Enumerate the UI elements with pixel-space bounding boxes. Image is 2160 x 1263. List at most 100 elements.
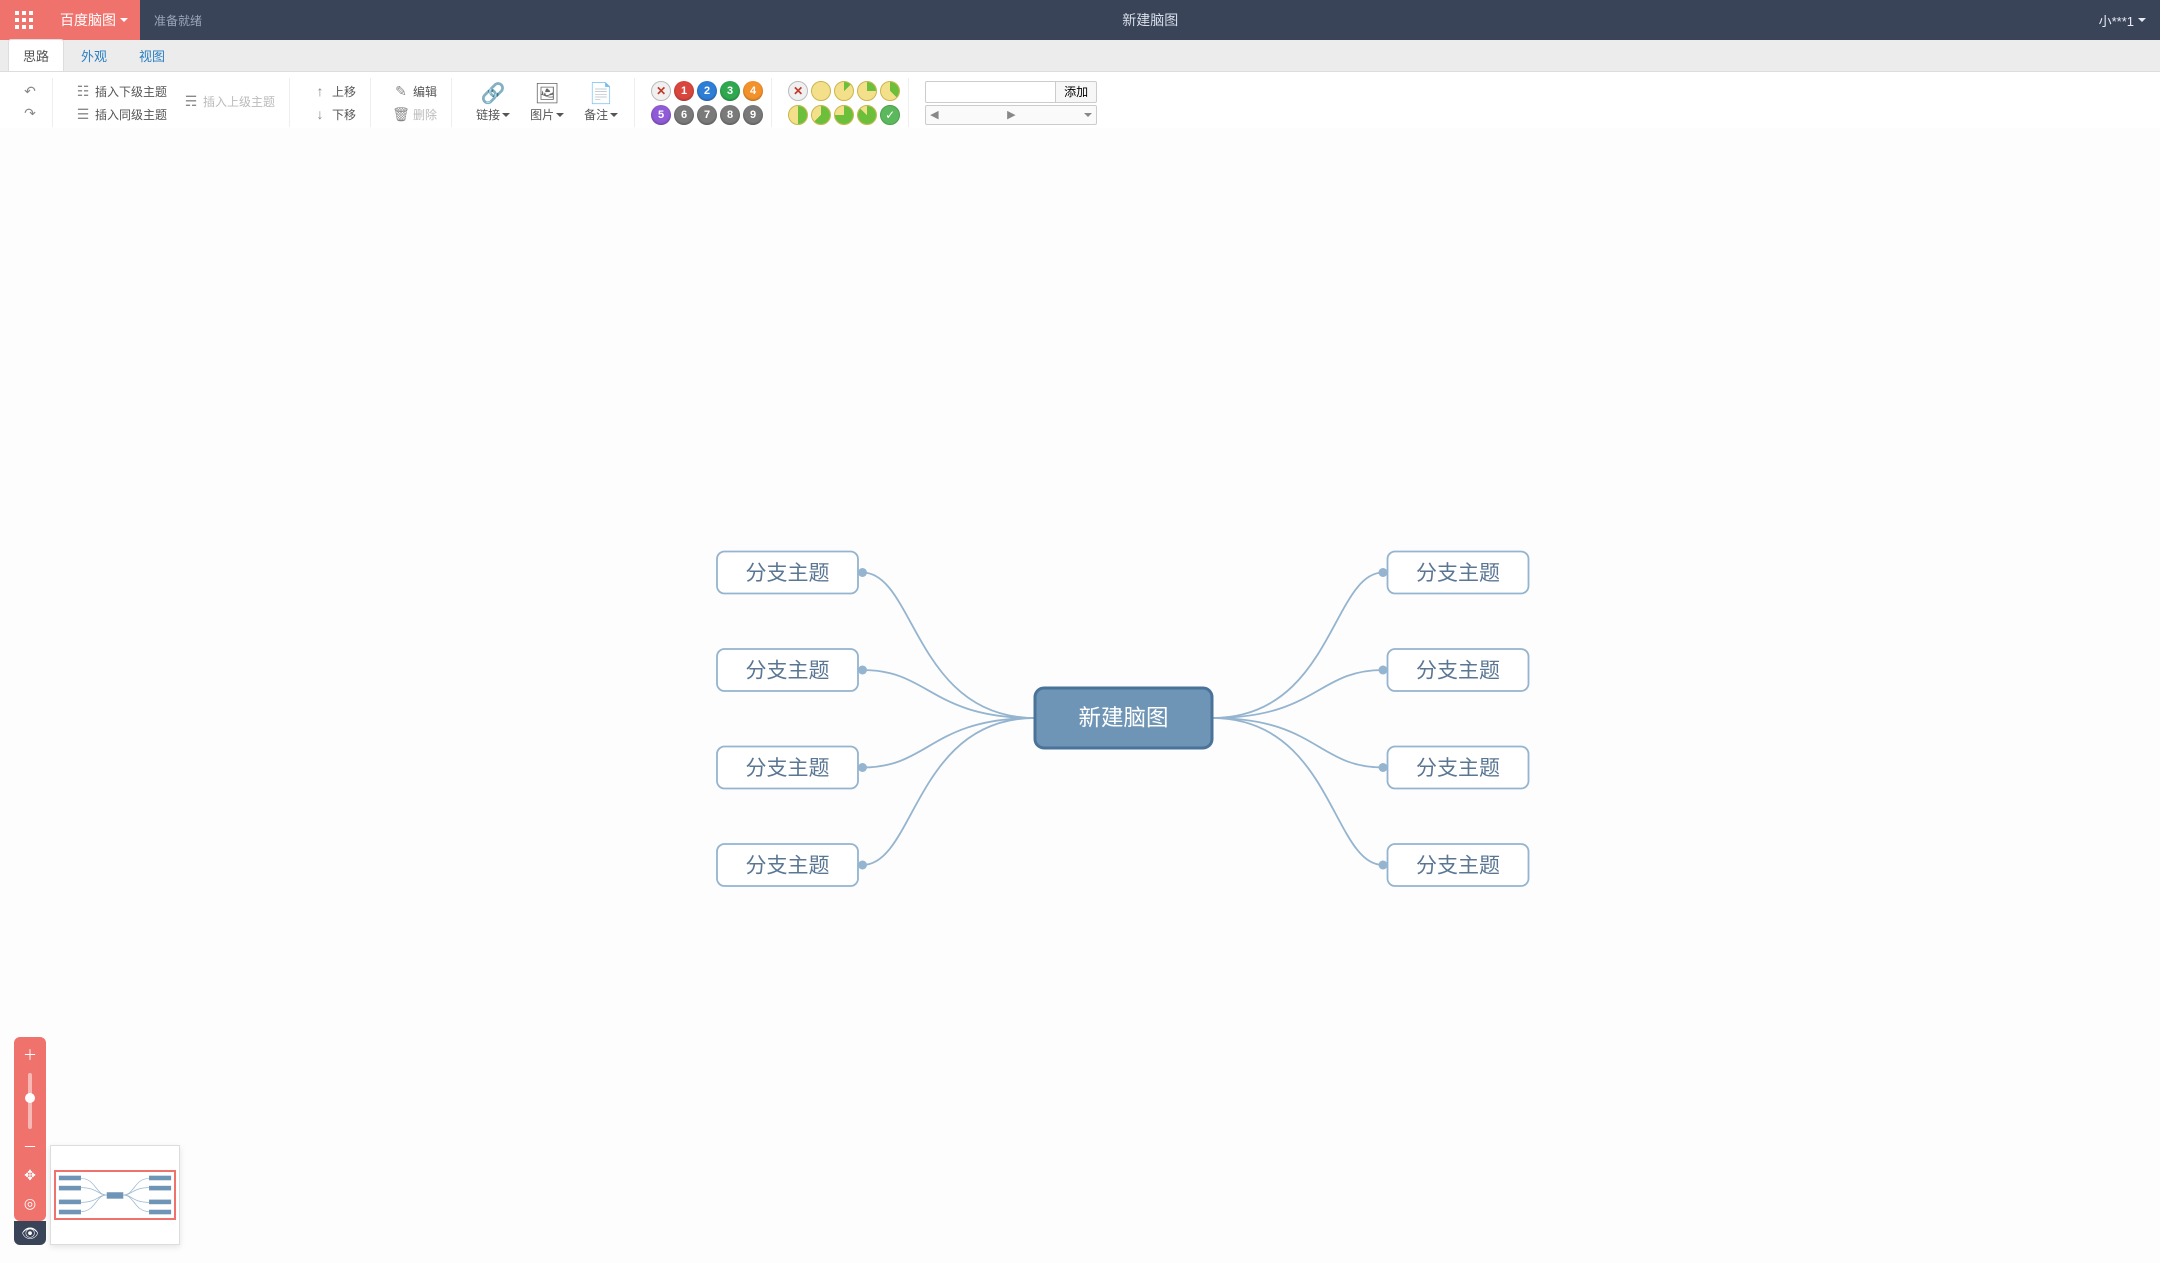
branch-node[interactable]: 分支主题	[717, 844, 858, 886]
link-button[interactable]: 🔗链接	[468, 78, 518, 127]
user-menu[interactable]: 小***1	[2085, 11, 2160, 30]
branch-node[interactable]: 分支主题	[1388, 747, 1529, 789]
resource-nav[interactable]: ◀ ▶	[925, 105, 1097, 125]
edit-icon: ✎	[393, 83, 409, 99]
priority-1-button[interactable]: 1	[674, 81, 694, 101]
tab-appearance[interactable]: 外观	[66, 39, 122, 71]
priority-5-button[interactable]: 5	[651, 105, 671, 125]
svg-text:分支主题: 分支主题	[1416, 757, 1500, 780]
insert-parent-icon: ☴	[183, 94, 199, 110]
zoom-in-button[interactable]: ＋	[18, 1043, 42, 1067]
minimap-viewport[interactable]	[54, 1170, 176, 1220]
resource-add-button[interactable]: 添加	[1055, 81, 1097, 103]
progress-100-button[interactable]	[880, 105, 900, 125]
branch-node[interactable]: 分支主题	[717, 649, 858, 691]
topbar: 百度脑图 准备就绪 新建脑图 小***1	[0, 0, 2160, 40]
locate-button[interactable]: ◎	[18, 1191, 42, 1215]
progress-87-button[interactable]	[857, 105, 877, 125]
note-button[interactable]: 📄备注	[576, 78, 626, 127]
group-priority: ✕ 1 2 3 4 5 6 7 8 9	[643, 78, 772, 127]
branch-node[interactable]: 分支主题	[717, 552, 858, 594]
priority-7-button[interactable]: 7	[697, 105, 717, 125]
app-grid-button[interactable]	[0, 0, 48, 40]
zoom-thumb[interactable]	[25, 1093, 35, 1103]
group-insert: ☷插入下级主题 ☰插入同级主题 ☴插入上级主题	[61, 78, 290, 127]
zoom-out-button[interactable]: －	[18, 1135, 42, 1159]
arrow-down-icon: ↓	[312, 106, 328, 122]
minimap[interactable]	[50, 1145, 180, 1245]
insert-child-button[interactable]: ☷插入下级主题	[69, 81, 173, 102]
delete-button[interactable]: 🗑删除	[387, 104, 443, 125]
progress-25-button[interactable]	[857, 81, 877, 101]
mindmap-svg: 新建脑图 分支主题 分支主题 分支主题 分支主题 分支主题 分支主题 分支主题 …	[0, 128, 2160, 1263]
app-name-label: 百度脑图	[60, 10, 116, 30]
chevron-down-icon	[556, 113, 564, 121]
undo-button[interactable]: ↶	[16, 82, 44, 102]
branch-node[interactable]: 分支主题	[1388, 844, 1529, 886]
svg-text:分支主题: 分支主题	[1416, 562, 1500, 585]
move-up-button[interactable]: ↑上移	[306, 81, 362, 102]
undo-icon: ↶	[22, 84, 38, 100]
branch-node[interactable]: 分支主题	[1388, 552, 1529, 594]
priority-2-button[interactable]: 2	[697, 81, 717, 101]
mindmap-canvas[interactable]: 新建脑图 分支主题 分支主题 分支主题 分支主题 分支主题 分支主题 分支主题 …	[0, 128, 2160, 1263]
resource-input[interactable]	[925, 81, 1055, 103]
insert-parent-button[interactable]: ☴插入上级主题	[177, 91, 281, 112]
image-button[interactable]: 🖼图片	[522, 78, 572, 127]
progress-50-button[interactable]	[788, 105, 808, 125]
priority-3-button[interactable]: 3	[720, 81, 740, 101]
tab-idea[interactable]: 思路	[8, 39, 64, 71]
svg-text:分支主题: 分支主题	[746, 660, 830, 683]
chevron-down-icon	[2138, 18, 2146, 26]
group-resource: 添加 ◀ ▶	[917, 78, 1105, 127]
priority-9-button[interactable]: 9	[743, 105, 763, 125]
chevron-down-icon	[120, 18, 128, 26]
progress-clear-button[interactable]: ✕	[788, 81, 808, 101]
navigator-dock: ＋ － ✥ ◎ 👁	[14, 1037, 180, 1245]
app-name-menu[interactable]: 百度脑图	[48, 0, 140, 40]
pan-button[interactable]: ✥	[18, 1163, 42, 1187]
zoom-slider[interactable]	[28, 1073, 32, 1129]
move-down-button[interactable]: ↓下移	[306, 104, 362, 125]
group-progress: ✕	[780, 78, 909, 127]
progress-75-button[interactable]	[834, 105, 854, 125]
svg-text:分支主题: 分支主题	[746, 562, 830, 585]
priority-6-button[interactable]: 6	[674, 105, 694, 125]
branch-node[interactable]: 分支主题	[717, 747, 858, 789]
svg-text:分支主题: 分支主题	[1416, 855, 1500, 878]
progress-37-button[interactable]	[880, 81, 900, 101]
group-move: ↑上移 ↓下移	[298, 78, 371, 127]
insert-sibling-button[interactable]: ☰插入同级主题	[69, 104, 173, 125]
toggle-minimap-button[interactable]: 👁	[14, 1221, 46, 1245]
branch-node[interactable]: 分支主题	[1388, 649, 1529, 691]
priority-clear-button[interactable]: ✕	[651, 81, 671, 101]
ribbon-tabs: 思路 外观 视图	[0, 40, 2160, 72]
chevron-down-icon	[610, 113, 618, 121]
edit-button[interactable]: ✎编辑	[387, 81, 443, 102]
document-title: 新建脑图	[216, 10, 2085, 30]
trash-icon: 🗑	[393, 106, 409, 122]
svg-text:分支主题: 分支主题	[746, 855, 830, 878]
toolbar: ↶ ↷ ☷插入下级主题 ☰插入同级主题 ☴插入上级主题 ↑上移 ↓下移 ✎编辑 …	[0, 72, 2160, 134]
progress-0-button[interactable]	[811, 81, 831, 101]
chevron-down-icon	[502, 113, 510, 121]
group-attach: 🔗链接 🖼图片 📄备注	[460, 78, 635, 127]
link-icon: 🔗	[482, 82, 504, 104]
user-label: 小***1	[2099, 11, 2134, 30]
priority-8-button[interactable]: 8	[720, 105, 740, 125]
zoom-panel: ＋ － ✥ ◎	[14, 1037, 46, 1221]
group-edit: ✎编辑 🗑删除	[379, 78, 452, 127]
image-icon: 🖼	[536, 82, 558, 104]
root-node[interactable]: 新建脑图	[1035, 688, 1212, 748]
arrow-up-icon: ↑	[312, 83, 328, 99]
tab-view[interactable]: 视图	[124, 39, 180, 71]
eye-icon: 👁	[21, 1225, 39, 1242]
redo-button[interactable]: ↷	[16, 104, 44, 124]
priority-4-button[interactable]: 4	[743, 81, 763, 101]
svg-text:分支主题: 分支主题	[746, 757, 830, 780]
progress-62-button[interactable]	[811, 105, 831, 125]
app-grid-icon	[15, 11, 33, 29]
progress-12-button[interactable]	[834, 81, 854, 101]
group-history: ↶ ↷	[8, 78, 53, 127]
root-node-label: 新建脑图	[1078, 706, 1168, 731]
